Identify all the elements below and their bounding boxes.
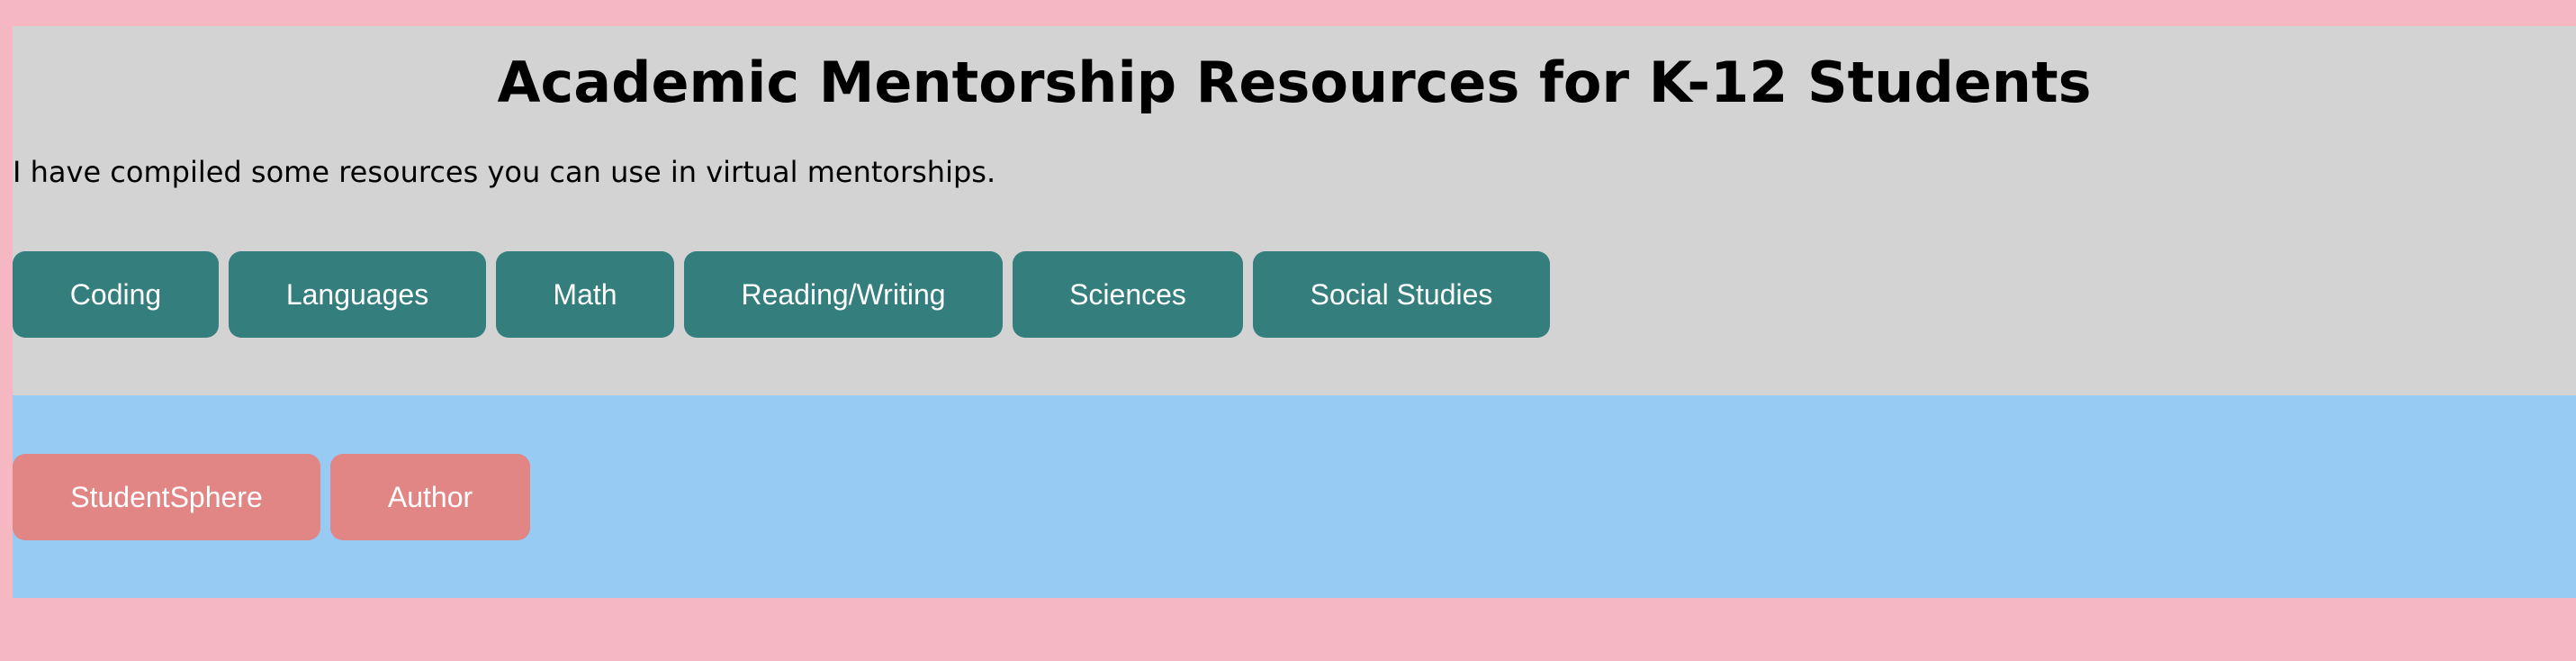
page-title: Academic Mentorship Resources for K-12 S… [497,50,2092,115]
social-studies-button[interactable]: Social Studies [1253,251,1550,338]
coding-button[interactable]: Coding [13,251,219,338]
header-section: Academic Mentorship Resources for K-12 S… [13,26,2576,395]
sciences-button[interactable]: Sciences [1013,251,1243,338]
footer-nav: StudentSphere Author [13,454,530,540]
languages-button[interactable]: Languages [229,251,486,338]
studentsphere-button[interactable]: StudentSphere [13,454,320,540]
footer-section: StudentSphere Author [13,395,2576,598]
reading-writing-button[interactable]: Reading/Writing [684,251,1003,338]
intro-text: I have compiled some resources you can u… [13,155,996,189]
math-button[interactable]: Math [496,251,674,338]
author-button[interactable]: Author [330,454,530,540]
subject-nav: Coding Languages Math Reading/Writing Sc… [13,251,1550,338]
